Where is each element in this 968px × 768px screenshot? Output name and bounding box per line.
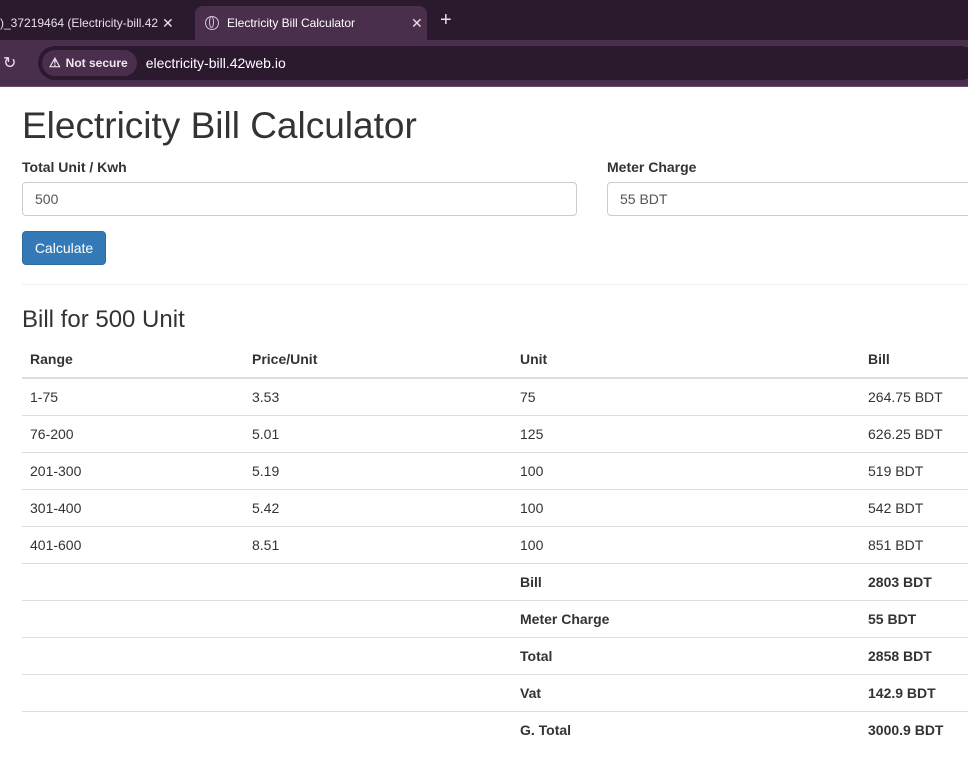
summary-value: 55 BDT — [860, 599, 968, 637]
unit-cell: 75 — [512, 377, 860, 415]
total-unit-input[interactable]: 500 — [22, 182, 577, 216]
bill-cell: 264.75 BDT — [860, 377, 968, 415]
tab-strip: )_37219464 (Electricity-bill.42web.io) ✕… — [0, 0, 968, 40]
table-row: 401-600 8.51 100 851 BDT — [22, 525, 968, 563]
unit-cell: 125 — [512, 414, 860, 452]
price-cell: 5.42 — [244, 488, 512, 526]
close-icon[interactable]: ✕ — [411, 15, 423, 32]
empty-cell — [244, 562, 512, 600]
column-header-range: Range — [22, 341, 244, 379]
tab-inactive[interactable]: )_37219464 (Electricity-bill.42web.io) ✕ — [0, 6, 190, 40]
tab-active[interactable]: Electricity Bill Calculator ✕ — [195, 6, 427, 40]
address-bar[interactable]: ⚠ Not secure electricity-bill.42web.io — [38, 46, 968, 80]
summary-row-meter-charge: Meter Charge 55 BDT — [22, 599, 968, 637]
range-cell: 201-300 — [22, 451, 244, 489]
empty-cell — [244, 636, 512, 674]
bill-cell: 626.25 BDT — [860, 414, 968, 452]
range-cell: 1-75 — [22, 377, 244, 415]
warning-icon: ⚠ — [49, 55, 61, 70]
empty-cell — [22, 710, 244, 748]
table-row: 76-200 5.01 125 626.25 BDT — [22, 414, 968, 452]
column-header-bill: Bill — [860, 341, 968, 379]
table-header-row: Range Price/Unit Unit Bill — [22, 341, 968, 379]
range-cell: 301-400 — [22, 488, 244, 526]
empty-cell — [244, 710, 512, 748]
page-title: Electricity Bill Calculator — [22, 105, 417, 146]
calculate-button[interactable]: Calculate — [22, 231, 106, 265]
tab-title: )_37219464 (Electricity-bill.42web.io) — [0, 16, 158, 30]
summary-label: Bill — [512, 562, 860, 600]
bill-cell: 542 BDT — [860, 488, 968, 526]
summary-label: Vat — [512, 673, 860, 711]
summary-value: 2858 BDT — [860, 636, 968, 674]
security-label: Not secure — [65, 56, 128, 70]
summary-label: Meter Charge — [512, 599, 860, 637]
table-row: 201-300 5.19 100 519 BDT — [22, 451, 968, 489]
range-cell: 401-600 — [22, 525, 244, 563]
price-cell: 8.51 — [244, 525, 512, 563]
table-row: 301-400 5.42 100 542 BDT — [22, 488, 968, 526]
summary-value: 142.9 BDT — [860, 673, 968, 711]
empty-cell — [22, 673, 244, 711]
price-cell: 5.01 — [244, 414, 512, 452]
empty-cell — [22, 562, 244, 600]
summary-value: 3000.9 BDT — [860, 710, 968, 748]
price-cell: 3.53 — [244, 377, 512, 415]
plus-icon[interactable]: + — [440, 9, 452, 32]
unit-cell: 100 — [512, 451, 860, 489]
summary-row-vat: Vat 142.9 BDT — [22, 673, 968, 711]
price-cell: 5.19 — [244, 451, 512, 489]
close-icon[interactable]: ✕ — [162, 15, 174, 32]
globe-icon — [205, 16, 219, 30]
browser-toolbar: ↻ ⚠ Not secure electricity-bill.42web.io — [0, 40, 968, 87]
bill-cell: 519 BDT — [860, 451, 968, 489]
bill-cell: 851 BDT — [860, 525, 968, 563]
table-row: 1-75 3.53 75 264.75 BDT — [22, 377, 968, 415]
reload-icon[interactable]: ↻ — [3, 53, 16, 73]
security-chip[interactable]: ⚠ Not secure — [42, 50, 137, 76]
url-text[interactable]: electricity-bill.42web.io — [146, 55, 286, 71]
bill-table: Range Price/Unit Unit Bill 1-75 3.53 75 … — [22, 341, 968, 748]
meter-charge-input[interactable]: 55 BDT — [607, 182, 968, 216]
column-header-unit: Unit — [512, 341, 860, 379]
range-cell: 76-200 — [22, 414, 244, 452]
meter-charge-label: Meter Charge — [607, 159, 697, 175]
summary-label: Total — [512, 636, 860, 674]
empty-cell — [244, 673, 512, 711]
result-heading: Bill for 500 Unit — [22, 306, 185, 333]
total-unit-label: Total Unit / Kwh — [22, 159, 127, 175]
unit-cell: 100 — [512, 525, 860, 563]
tab-title: Electricity Bill Calculator — [227, 16, 356, 30]
unit-cell: 100 — [512, 488, 860, 526]
summary-row-total: Total 2858 BDT — [22, 636, 968, 674]
summary-row-grand-total: G. Total 3000.9 BDT — [22, 710, 968, 748]
summary-value: 2803 BDT — [860, 562, 968, 600]
summary-row-bill: Bill 2803 BDT — [22, 562, 968, 600]
empty-cell — [22, 599, 244, 637]
column-header-price: Price/Unit — [244, 341, 512, 379]
summary-label: G. Total — [512, 710, 860, 748]
empty-cell — [244, 599, 512, 637]
empty-cell — [22, 636, 244, 674]
divider — [22, 284, 968, 285]
divider — [0, 86, 968, 87]
